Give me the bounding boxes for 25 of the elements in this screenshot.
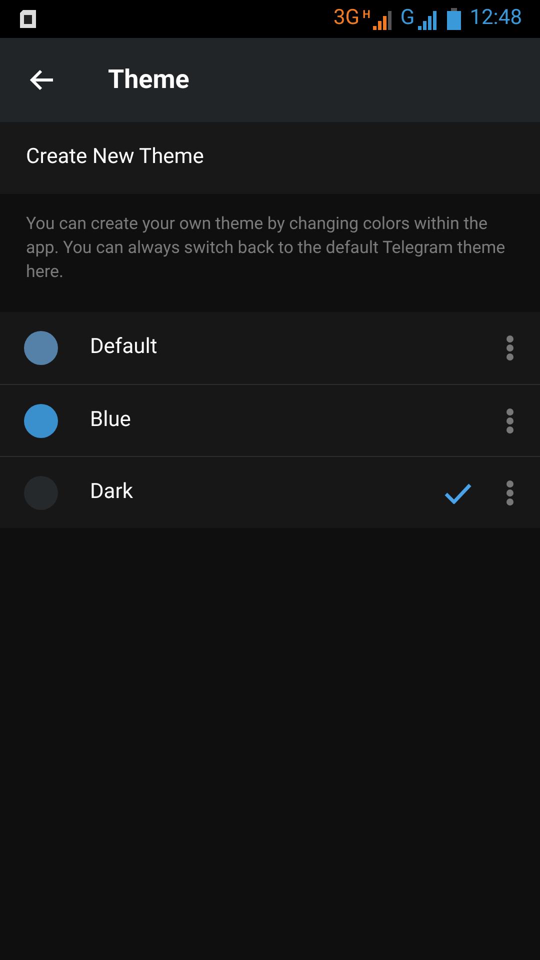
more-vertical-icon: [506, 408, 514, 434]
theme-name: Dark: [90, 478, 134, 506]
theme-name: Default: [90, 334, 158, 362]
network-type-label: H: [362, 7, 370, 24]
more-vertical-icon: [506, 480, 514, 506]
network-label: G: [400, 5, 415, 32]
back-arrow-icon: [29, 69, 55, 91]
battery-icon: [446, 8, 461, 30]
signal-icon: [418, 8, 438, 30]
network-label: 3G: [334, 5, 360, 32]
theme-name: Blue: [90, 406, 132, 434]
more-options-button[interactable]: [506, 480, 514, 506]
sim-card-icon: [18, 9, 38, 29]
clock-text: 12:48: [470, 5, 522, 32]
theme-item[interactable]: Default: [0, 312, 540, 384]
signal-icon: [373, 8, 394, 30]
more-options-button[interactable]: [506, 408, 514, 434]
more-options-button[interactable]: [506, 335, 514, 361]
description-text: You can create your own theme by changing colors within the app. You can always switch back to the default Telegram theme here.: [25, 213, 506, 284]
create-theme-item[interactable]: Create New Theme: [0, 122, 540, 194]
theme-item[interactable]: Blue: [0, 384, 540, 456]
more-vertical-icon: [506, 335, 514, 361]
screen-title: Theme: [108, 64, 190, 96]
checkmark-icon: [444, 482, 472, 504]
theme-item[interactable]: Dark: [0, 456, 540, 528]
